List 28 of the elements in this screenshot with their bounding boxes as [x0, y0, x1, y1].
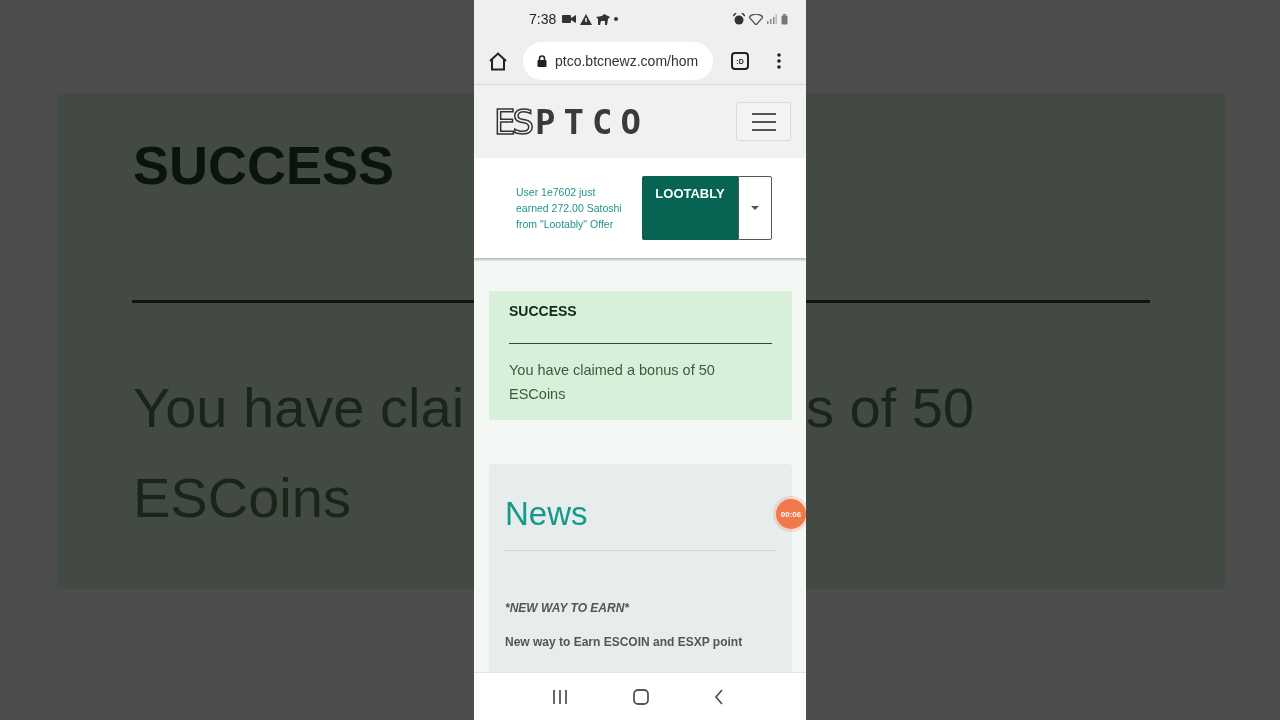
- alert-message: You have claimed a bonus of 50 ESCoins: [509, 361, 716, 404]
- battery-icon: [781, 13, 788, 25]
- offer-button[interactable]: LOOTABLY: [642, 176, 738, 240]
- home-icon[interactable]: [488, 51, 508, 71]
- address-bar[interactable]: ptco.btcnewz.com/hom: [523, 42, 713, 80]
- logo-text: PTCO: [535, 101, 649, 142]
- lock-icon: [537, 55, 547, 67]
- signal-icon: [767, 14, 777, 24]
- home-button-icon[interactable]: [632, 688, 649, 705]
- dropdown-toggle[interactable]: [738, 176, 772, 240]
- news-title: News: [505, 494, 589, 534]
- more-options-icon[interactable]: [777, 53, 781, 69]
- recent-apps-icon[interactable]: [551, 689, 568, 704]
- status-time: 7:38: [529, 11, 557, 27]
- menu-button[interactable]: [736, 102, 791, 141]
- video-camera-icon: [562, 14, 577, 24]
- logo-mark: ES: [494, 101, 532, 142]
- warning-icon: [580, 13, 593, 25]
- menu-icon: [751, 112, 776, 131]
- backdrop-title: SUCCESS: [133, 134, 395, 197]
- alarm-icon: [733, 13, 745, 25]
- earning-notice: User 1e7602 just earned 272.00 Satoshi from "Lootably" Offer: [516, 185, 623, 232]
- alert-title: SUCCESS: [509, 303, 578, 319]
- caret-icon: [751, 206, 759, 210]
- back-icon[interactable]: [713, 688, 724, 705]
- news-text: New way to Earn ESCOIN and ESXP point: [505, 635, 744, 649]
- notification-dot-icon: [614, 17, 619, 21]
- news-text: *NEW WAY TO EARN*: [505, 601, 630, 615]
